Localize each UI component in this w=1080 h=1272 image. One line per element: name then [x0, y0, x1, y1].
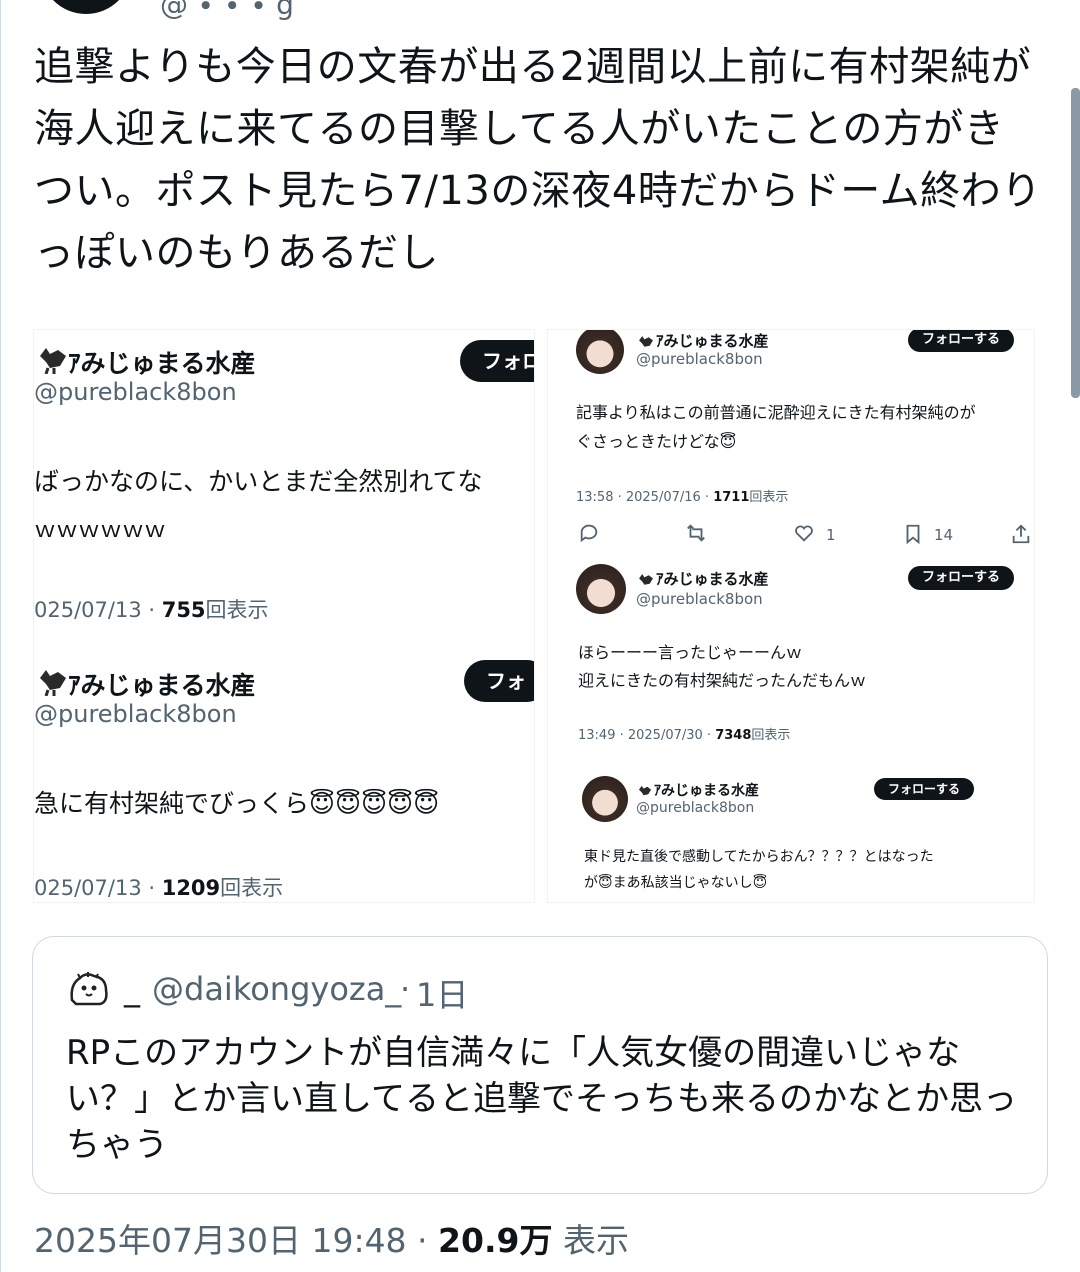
view-count: 20.9万	[438, 1221, 553, 1260]
tweet-text: 追撃よりも今日の文春が出る2週間以上前に有村架純が海人迎えに来てるの目撃してる人…	[34, 44, 1042, 276]
column-border	[0, 0, 1, 1272]
avatar	[576, 330, 624, 374]
post-stats: 025/07/13 · 1209回表示	[34, 872, 283, 902]
post-author-handle: @pureblack8bon	[636, 800, 755, 816]
post-author-handle: @pureblack8bon	[34, 700, 237, 728]
attached-image-left[interactable]: ｱみじゅまる水産 @pureblack8bon フォロ ばっかなのに、かいとまだ…	[34, 330, 534, 902]
post-text: ばっかなのに、かいとまだ全然別れてな	[34, 467, 483, 496]
quote-author-handle: @daikongyoza_	[152, 970, 402, 1008]
post-text: 急に有村架純でびっくら😇😇😇😇😇	[34, 789, 440, 818]
post-author-handle: @pureblack8bon	[636, 350, 763, 368]
post-stats: 13:58 · 2025/07/16 · 1711回表示	[576, 490, 789, 505]
author-handle[interactable]: @ ∙ ∙ ∙ g	[160, 0, 294, 21]
views-label: 回表示	[205, 598, 269, 622]
chicken-icon	[36, 666, 70, 700]
follow-button: フォローする	[908, 330, 1015, 352]
attached-image-right[interactable]: ｱみじゅまる水産 @pureblack8bon フォローする 記事より私はこの前…	[548, 330, 1034, 902]
post-text: が😇まあ私該当じゃないし😇	[584, 875, 768, 891]
avatar	[576, 564, 626, 614]
follow-button: フォローする	[908, 566, 1015, 590]
views-label: 回表示	[220, 876, 284, 900]
chicken-icon	[638, 785, 652, 796]
post-views: 1209	[161, 876, 221, 900]
post-author-handle: @pureblack8bon	[34, 378, 237, 406]
bookmark-icon	[902, 522, 924, 550]
tweet-meta: 2025年07月30日 19:48 · 20.9万 表示	[34, 1214, 629, 1262]
post-text: 迎えにきたの有村架純だったんだもんｗ	[578, 671, 867, 690]
quote-text: RPこのアカウントが自信満々に「人気女優の間違いじゃない？」とか言い直してると追…	[66, 1033, 1017, 1165]
quote-timestamp: 1日	[416, 976, 469, 1014]
post-author-name: ｱみじゅまる水産	[636, 568, 769, 589]
follow-button: フォ	[464, 660, 534, 702]
follow-button: フォローする	[874, 778, 975, 800]
post-text: ほらーーー言ったじゃーーんｗ	[578, 643, 803, 662]
post-author-name: ｱみじゅまる水産	[636, 780, 759, 800]
post-author-name: ｱみじゅまる水産	[636, 330, 769, 351]
chicken-icon	[639, 335, 653, 347]
post-stats: 13:49 · 2025/07/30 · 7348回表示	[578, 728, 791, 743]
post-author-name: ｱみじゅまる水産	[68, 671, 256, 700]
post-text: ぐさっときたけどな😇	[576, 432, 737, 451]
post-author-name: ｱみじゅまる水産	[68, 349, 256, 378]
post-views: 755	[161, 598, 206, 622]
like-count: 1	[826, 526, 836, 544]
repost-icon	[684, 522, 708, 548]
views-label: 表示	[552, 1221, 629, 1260]
post-text: 記事より私はこの前普通に泥酔迎えにきた有村架純のが	[576, 403, 976, 422]
quote-avatar-icon	[66, 970, 112, 1010]
reply-icon	[578, 522, 600, 548]
tweet-datetime[interactable]: 2025年07月30日 19:48 ·	[34, 1221, 438, 1260]
post-text: 東ド見た直後で感動してたからおん？？？？とはなった	[584, 849, 934, 865]
like-icon	[792, 522, 816, 548]
post-views: 1711	[713, 490, 750, 505]
chicken-icon	[639, 573, 653, 585]
post-views: 7348	[715, 728, 752, 743]
follow-button: フォロ	[460, 340, 534, 382]
scrollbar[interactable]	[1071, 88, 1080, 398]
share-icon	[1010, 522, 1032, 550]
author-avatar[interactable]	[40, 0, 132, 14]
post-text: ｗｗｗｗｗｗ	[34, 518, 167, 543]
chicken-icon	[36, 344, 70, 378]
post-author-handle: @pureblack8bon	[636, 590, 763, 608]
separator-dot: ·	[400, 970, 411, 1008]
post-date: 025/07/13 ·	[34, 598, 162, 622]
post-date: 025/07/13 ·	[34, 876, 162, 900]
bookmark-count: 14	[934, 526, 954, 544]
quote-author-name: _	[124, 970, 140, 1008]
avatar	[582, 776, 628, 822]
post-stats: 025/07/13 · 755回表示	[34, 594, 269, 624]
